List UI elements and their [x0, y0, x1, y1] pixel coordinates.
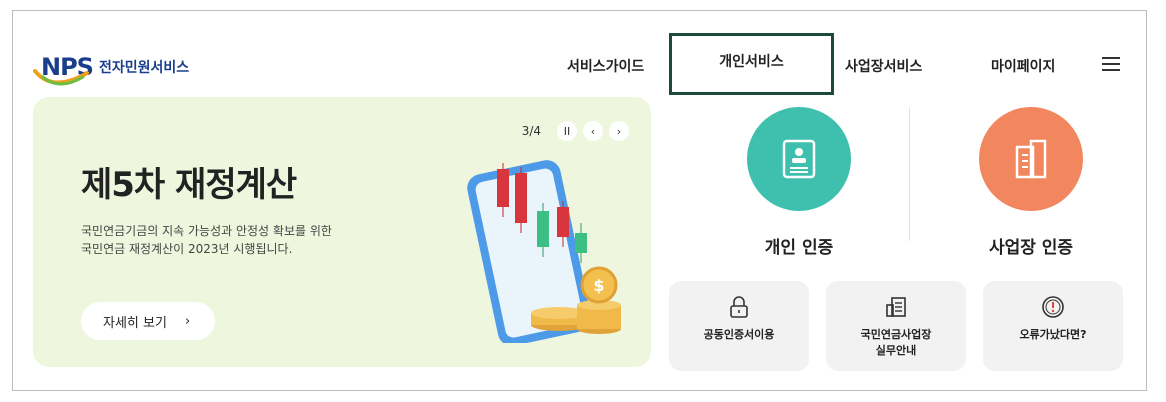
quick-link-label-line: 실무안내 [875, 344, 917, 357]
main-nav: 서비스가이드 사업장서비스 마이페이지 [29, 47, 1132, 87]
quick-link-label: 오류가났다면? [983, 327, 1123, 343]
promo-banner: 3/4 II ‹ › 제5차 재정계산 국민연금기금의 지속 가능성과 안정성 … [33, 97, 651, 367]
quick-link-label-line: 국민연금사업장 [860, 328, 932, 341]
business-auth-card[interactable]: 사업장 인증 [921, 107, 1141, 258]
banner-desc-line: 국민연금 재정계산이 2023년 시행됩니다. [81, 242, 293, 256]
personal-auth-icon [747, 107, 851, 211]
quick-link-certificate[interactable]: 공동인증서이용 [669, 281, 809, 371]
phone-chart-illustration: $ [467, 160, 621, 343]
quick-link-label: 국민연금사업장 실무안내 [826, 327, 966, 359]
business-auth-label: 사업장 인증 [988, 238, 1074, 258]
nav-business-service[interactable]: 사업장서비스 [845, 47, 922, 87]
nav-personal-service-label: 개인서비스 [719, 54, 784, 70]
prev-icon[interactable]: ‹ [583, 121, 603, 141]
lock-icon [727, 295, 751, 319]
personal-auth-label: 개인 인증 [764, 238, 834, 258]
quick-link-label-line: 공동인증서이용 [703, 328, 775, 341]
banner-pager: 3/4 II ‹ › [522, 121, 629, 141]
next-icon[interactable]: › [609, 121, 629, 141]
page-frame: NPS 전자민원서비스 서비스가이드 사업장서비스 마이페이지 개인서비스 3/… [12, 10, 1147, 391]
banner-description: 국민연금기금의 지속 가능성과 안정성 확보를 위한 국민연금 재정계산이 20… [81, 222, 332, 258]
page-content: NPS 전자민원서비스 서비스가이드 사업장서비스 마이페이지 개인서비스 3/… [29, 27, 1132, 377]
pause-icon[interactable]: II [557, 121, 577, 141]
view-more-button[interactable]: 자세히 보기 › [81, 302, 215, 340]
quick-link-label: 공동인증서이용 [669, 327, 809, 343]
banner-desc-line: 국민연금기금의 지속 가능성과 안정성 확보를 위한 [81, 224, 332, 238]
menu-icon[interactable] [1102, 57, 1120, 71]
nav-my-page[interactable]: 마이페이지 [991, 47, 1055, 87]
alert-icon [1041, 295, 1065, 319]
nav-service-guide[interactable]: 서비스가이드 [567, 47, 644, 87]
quick-link-business-guide[interactable]: 국민연금사업장 실무안내 [826, 281, 966, 371]
view-more-label: 자세히 보기 [103, 315, 167, 331]
quick-link-error-help[interactable]: 오류가났다면? [983, 281, 1123, 371]
auth-divider [909, 107, 910, 241]
document-icon [884, 295, 908, 319]
nav-personal-service[interactable]: 개인서비스 [669, 33, 834, 95]
banner-title: 제5차 재정계산 [81, 165, 297, 205]
quick-link-label-line: 오류가났다면? [1019, 328, 1087, 341]
personal-auth-card[interactable]: 개인 인증 [689, 107, 909, 258]
svg-text:$: $ [593, 276, 604, 295]
chevron-right-icon: › [184, 313, 191, 329]
business-auth-icon [979, 107, 1083, 211]
pager-count: 3/4 [521, 124, 541, 138]
